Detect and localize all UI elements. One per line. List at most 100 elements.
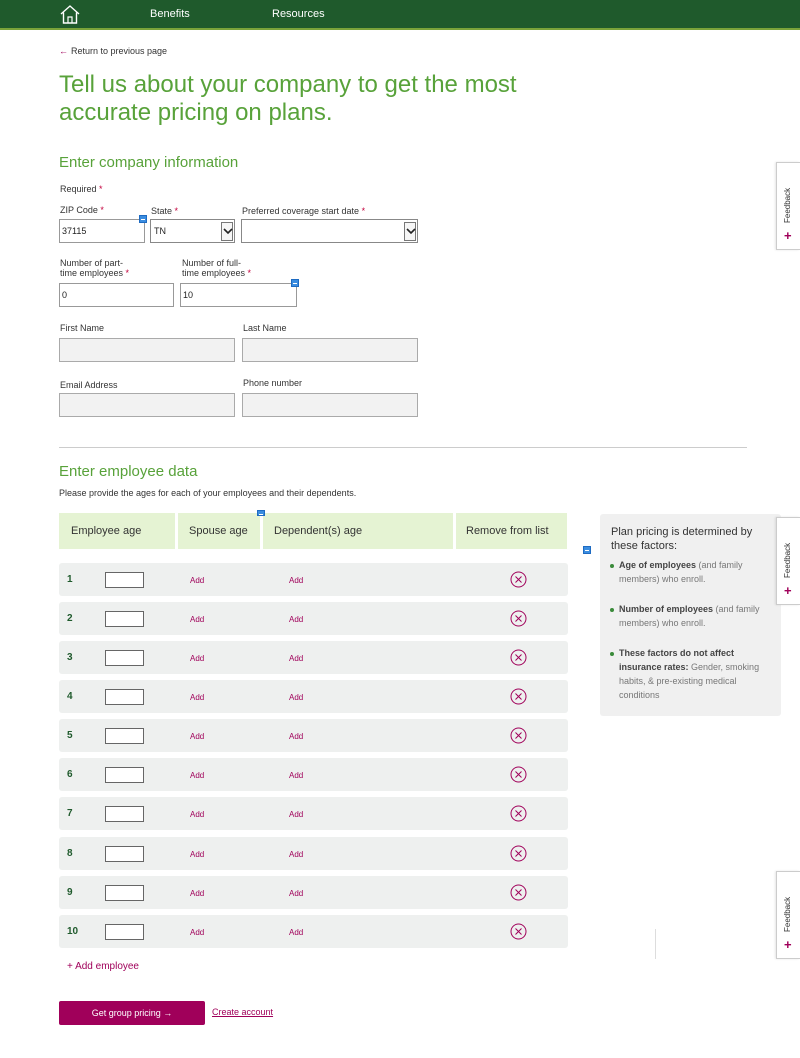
table-row: 3 Add Add [59, 641, 568, 674]
resize-handle-icon [257, 510, 265, 516]
add-dependent-link[interactable]: Add [289, 889, 303, 898]
phone-input[interactable] [242, 393, 418, 417]
add-dependent-link[interactable]: Add [289, 928, 303, 937]
zip-input[interactable]: 37115 [59, 219, 145, 243]
first-name-input[interactable] [59, 338, 235, 362]
row-number: 5 [67, 730, 73, 741]
employee-age-input[interactable] [105, 611, 144, 627]
table-row: 1 Add Add [59, 563, 568, 596]
add-dependent-link[interactable]: Add [289, 850, 303, 859]
add-dependent-link[interactable]: Add [289, 654, 303, 663]
table-row: 6 Add Add [59, 758, 568, 791]
add-dependent-link[interactable]: Add [289, 576, 303, 585]
employee-section-title: Enter employee data [59, 463, 198, 480]
chevron-down-icon [221, 222, 233, 241]
coverage-date-label: Preferred coverage start date * [242, 206, 366, 216]
circle-x-icon[interactable] [510, 649, 527, 666]
circle-x-icon[interactable] [510, 884, 527, 901]
part-time-label: Number of part- time employees * [60, 258, 130, 278]
row-number: 7 [67, 808, 73, 819]
create-account-link[interactable]: Create account [212, 1007, 273, 1017]
header-remove: Remove from list [456, 513, 567, 549]
phone-label: Phone number [243, 378, 303, 388]
table-row: 9 Add Add [59, 876, 568, 909]
employee-section-subtitle: Please provide the ages for each of your… [59, 488, 357, 498]
add-dependent-link[interactable]: Add [289, 771, 303, 780]
last-name-label: Last Name [243, 323, 287, 333]
required-note: Required * [60, 184, 103, 194]
employee-age-input[interactable] [105, 650, 144, 666]
state-select[interactable]: TN [150, 219, 235, 243]
feedback-tab[interactable]: Feedback + [776, 871, 800, 959]
table-row: 2 Add Add [59, 602, 568, 635]
add-employee-link[interactable]: + Add employee [67, 961, 139, 972]
feedback-tab[interactable]: Feedback + [776, 162, 800, 250]
table-row: 7 Add Add [59, 797, 568, 830]
circle-x-icon[interactable] [510, 766, 527, 783]
circle-x-icon[interactable] [510, 571, 527, 588]
factor-item: These factors do not affect insurance ra… [619, 648, 760, 700]
employee-age-input[interactable] [105, 885, 144, 901]
circle-x-icon[interactable] [510, 805, 527, 822]
employee-age-input[interactable] [105, 924, 144, 940]
add-dependent-link[interactable]: Add [289, 693, 303, 702]
return-link[interactable]: ← Return to previous page [59, 46, 167, 56]
resize-handle-icon [291, 279, 299, 287]
coverage-date-select[interactable] [241, 219, 418, 243]
employee-age-input[interactable] [105, 806, 144, 822]
section-divider [59, 447, 747, 448]
bullet-icon [610, 608, 614, 612]
table-row: 5 Add Add [59, 719, 568, 752]
row-number: 10 [67, 926, 79, 937]
row-number: 3 [67, 652, 73, 663]
page-headline: Tell us about your company to get the mo… [59, 71, 517, 126]
table-row: 4 Add Add [59, 680, 568, 713]
add-spouse-link[interactable]: Add [190, 928, 204, 937]
circle-x-icon[interactable] [510, 688, 527, 705]
plus-icon: + [784, 937, 792, 952]
house-icon[interactable] [59, 3, 81, 25]
employee-age-input[interactable] [105, 846, 144, 862]
feedback-label: Feedback [783, 542, 792, 578]
add-dependent-link[interactable]: Add [289, 810, 303, 819]
circle-x-icon[interactable] [510, 727, 527, 744]
last-name-input[interactable] [242, 338, 418, 362]
get-group-pricing-button[interactable]: Get group pricing → [59, 1001, 205, 1025]
employee-age-input[interactable] [105, 728, 144, 744]
add-spouse-link[interactable]: Add [190, 810, 204, 819]
divider-line [655, 929, 656, 959]
email-label: Email Address [60, 380, 118, 390]
employee-age-input[interactable] [105, 572, 144, 588]
part-time-input[interactable]: 0 [59, 283, 174, 307]
add-spouse-link[interactable]: Add [190, 889, 204, 898]
nav-benefits-link[interactable]: Benefits [150, 8, 190, 20]
circle-x-icon[interactable] [510, 845, 527, 862]
add-spouse-link[interactable]: Add [190, 693, 204, 702]
add-spouse-link[interactable]: Add [190, 576, 204, 585]
add-dependent-link[interactable]: Add [289, 615, 303, 624]
add-dependent-link[interactable]: Add [289, 732, 303, 741]
factor-item: Number of employees (and family members)… [619, 604, 760, 628]
header-employee-age: Employee age [59, 513, 175, 549]
nav-resources-link[interactable]: Resources [272, 8, 325, 20]
feedback-tab[interactable]: Feedback + [776, 517, 800, 605]
top-nav-bar: Benefits Resources [0, 0, 800, 30]
add-spouse-link[interactable]: Add [190, 654, 204, 663]
pricing-factors-panel: Plan pricing is determined by these fact… [600, 514, 781, 716]
company-section-title: Enter company information [59, 154, 239, 171]
circle-x-icon[interactable] [510, 610, 527, 627]
row-number: 2 [67, 613, 73, 624]
full-time-input[interactable]: 10 [180, 283, 297, 307]
employee-age-input[interactable] [105, 767, 144, 783]
circle-x-icon[interactable] [510, 923, 527, 940]
bullet-icon [610, 564, 614, 568]
add-spouse-link[interactable]: Add [190, 771, 204, 780]
employee-age-input[interactable] [105, 689, 144, 705]
state-label: State * [151, 206, 179, 216]
email-input[interactable] [59, 393, 235, 417]
add-spouse-link[interactable]: Add [190, 732, 204, 741]
state-select-value: TN [154, 226, 166, 236]
back-arrow-icon: ← [59, 46, 68, 56]
add-spouse-link[interactable]: Add [190, 615, 204, 624]
add-spouse-link[interactable]: Add [190, 850, 204, 859]
